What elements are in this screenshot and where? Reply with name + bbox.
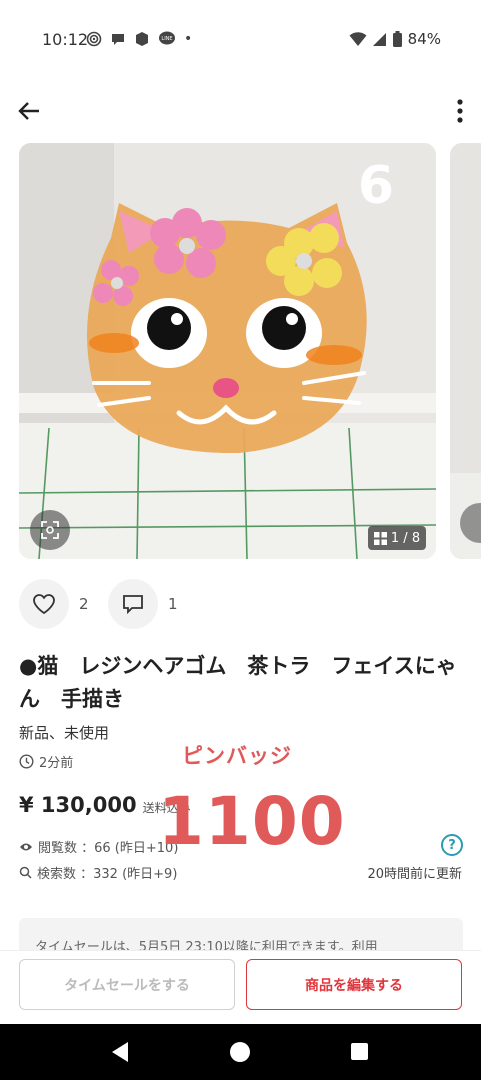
comment-count: 1 (168, 595, 178, 613)
system-nav-bar (0, 1024, 481, 1080)
bottom-action-bar: タイムセールをする 商品を編集する (0, 950, 481, 1024)
chat-bubble-icon (112, 34, 124, 45)
product-photo: 6 (19, 143, 436, 559)
search-count: 検索数 ：332 (昨日+9) (19, 863, 177, 882)
heart-icon (33, 594, 55, 615)
nav-back-icon[interactable] (110, 1041, 130, 1063)
photo-number: 6 (358, 156, 394, 216)
view-count: 閲覧数 ：66 (昨日+10) (19, 837, 178, 856)
item-title: ●猫 レジンヘアゴム 茶トラ フェイスにゃん 手描き (19, 654, 457, 711)
wifi-icon (349, 31, 367, 46)
like-count: 2 (79, 595, 89, 613)
comment-button[interactable] (108, 579, 158, 629)
updated-label: 20時間前に更新 (367, 867, 462, 882)
nav-recents-icon[interactable] (351, 1043, 368, 1060)
image-counter-label: 1 / 8 (390, 530, 421, 546)
overlay-caption: ピンバッジ (182, 744, 292, 768)
cube-icon (136, 32, 148, 46)
like-group: 2 (19, 578, 89, 630)
posted-time: 2分前 (19, 752, 73, 771)
status-dot: • (184, 31, 193, 47)
clock-icon (19, 754, 34, 769)
status-time: 10:12 (42, 30, 89, 49)
svg-text:LINE: LINE (161, 36, 172, 42)
more-options-icon[interactable] (455, 98, 465, 124)
comment-icon (123, 595, 143, 615)
image-counter[interactable]: 1 / 8 (368, 526, 426, 550)
battery-percent: 84% (407, 30, 441, 48)
time-sale-button[interactable]: タイムセールをする (19, 959, 235, 1010)
overlay-price: 1100 (158, 783, 346, 860)
line-icon: LINE (159, 31, 175, 45)
edit-item-button[interactable]: 商品を編集する (246, 959, 462, 1010)
status-bar: 10:12 LINE • 84% (0, 0, 481, 78)
podcast-icon (86, 31, 102, 47)
product-image[interactable]: 6 (19, 143, 436, 559)
search-icon (19, 866, 32, 879)
eye-icon (20, 843, 32, 850)
like-button[interactable] (19, 579, 69, 629)
grid-icon (373, 531, 387, 545)
battery-icon (392, 31, 402, 47)
signal-icon (372, 32, 386, 46)
nav-home-icon[interactable] (230, 1042, 250, 1062)
scan-icon (41, 521, 59, 539)
status-right: 84% (349, 30, 441, 48)
next-image-peek[interactable] (450, 143, 481, 559)
item-condition: 新品、未使用 (19, 724, 110, 742)
back-arrow-icon[interactable] (14, 96, 44, 126)
help-icon[interactable]: ? (441, 834, 463, 856)
image-search-button[interactable] (30, 510, 70, 550)
app-bar (0, 92, 481, 128)
price-amount: ¥ 130,000 (19, 793, 137, 817)
posted-label: 2分前 (39, 756, 74, 771)
notification-icons: LINE • (86, 30, 192, 48)
comment-group: 1 (108, 578, 178, 630)
search-count-label: 検索数 ：332 (昨日+9) (37, 867, 178, 882)
